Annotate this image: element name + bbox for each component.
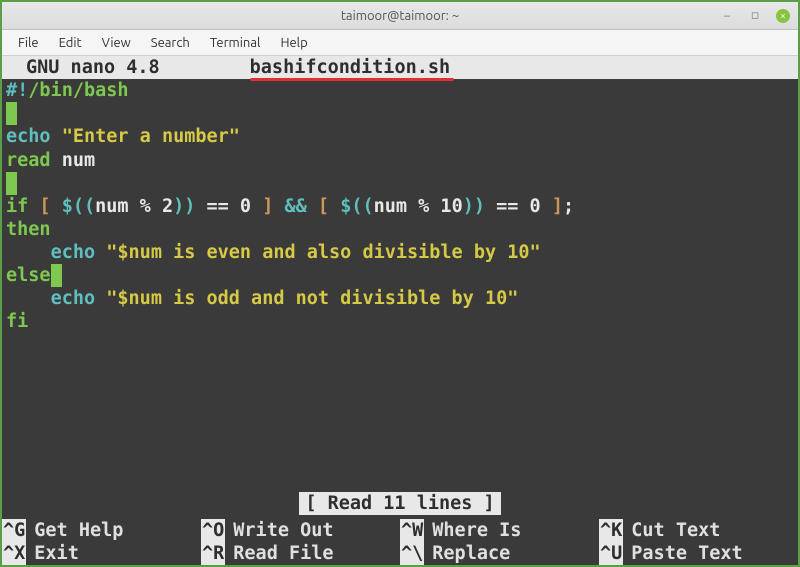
- shortcut-cut-text[interactable]: ^K Cut Text: [599, 519, 798, 542]
- window-title: taimoor@taimoor: ~: [341, 9, 459, 23]
- filename-underline: [250, 78, 454, 81]
- cursor: [51, 264, 62, 287]
- shortcut-read-file[interactable]: ^R Read File: [201, 542, 400, 565]
- shortcut-key: ^X: [2, 542, 26, 565]
- shortcut-label: Get Help: [34, 519, 123, 542]
- kw-echo: echo: [51, 288, 96, 309]
- maximize-button[interactable]: ▫: [748, 9, 762, 23]
- expr-open: $((: [62, 196, 95, 217]
- kw-then: then: [6, 219, 51, 240]
- bracket: ]: [552, 196, 563, 217]
- code-line-11: fi: [6, 310, 794, 333]
- code-line-8: echo "$num is even and also divisible by…: [6, 241, 794, 264]
- bracket: [: [318, 196, 340, 217]
- menu-terminal[interactable]: Terminal: [200, 32, 271, 54]
- code-line-1: #!/bin/bash: [6, 79, 794, 102]
- code-line-4: read num: [6, 149, 794, 172]
- code-line-5: [6, 172, 794, 195]
- kw-read: read: [6, 150, 51, 171]
- shortcut-get-help[interactable]: ^G Get Help: [2, 519, 201, 542]
- shortcut-label: Read File: [233, 542, 333, 565]
- nano-name: GNU nano 4.8: [26, 56, 160, 79]
- string-literal: "$num is odd and not divisible by 10": [106, 288, 518, 309]
- nano-header: GNU nano 4.8 bashifcondition.sh: [2, 56, 798, 79]
- minimize-button[interactable]: −: [720, 9, 734, 23]
- shortcut-row-2: ^X Exit ^R Read File ^\ Replace ^U Paste Tex…: [2, 542, 798, 565]
- shortcut-key: ^O: [201, 519, 225, 542]
- cursor: [6, 102, 17, 125]
- shortcut-key: ^K: [599, 519, 623, 542]
- menu-help[interactable]: Help: [270, 32, 317, 54]
- shebang-prefix: #!: [6, 80, 28, 101]
- shortcut-key: ^U: [599, 542, 623, 565]
- close-button[interactable]: ×: [776, 9, 790, 23]
- shortcut-write-out[interactable]: ^O Write Out: [201, 519, 400, 542]
- expr-body: num % 2: [95, 196, 173, 217]
- kw-fi: fi: [6, 311, 28, 332]
- nano-shortcuts: ^G Get Help ^O Write Out ^W Where Is ^K Cut …: [2, 519, 798, 565]
- expr-open: $((: [340, 196, 373, 217]
- shortcut-replace[interactable]: ^\ Replace: [400, 542, 599, 565]
- expr-body: num % 10: [374, 196, 463, 217]
- shortcut-row-1: ^G Get Help ^O Write Out ^W Where Is ^K Cut …: [2, 519, 798, 542]
- string-literal: "$num is even and also divisible by 10": [106, 242, 540, 263]
- menu-search[interactable]: Search: [141, 32, 200, 54]
- bracket: ]: [262, 196, 273, 217]
- terminal-area[interactable]: GNU nano 4.8 bashifcondition.sh #!/bin/b…: [2, 56, 798, 565]
- shortcut-label: Paste Text: [631, 542, 742, 565]
- eq-zero: == 0: [485, 196, 552, 217]
- shortcut-label: Exit: [34, 542, 79, 565]
- filename-text: bashifcondition.sh: [250, 57, 450, 78]
- shortcut-label: Write Out: [233, 519, 333, 542]
- kw-else: else: [6, 265, 51, 286]
- code-line-10: echo "$num is odd and not divisible by 1…: [6, 287, 794, 310]
- shortcut-label: Cut Text: [631, 519, 720, 542]
- eq-zero: == 0: [195, 196, 262, 217]
- menu-edit[interactable]: Edit: [49, 32, 92, 54]
- status-text: [ Read 11 lines ]: [299, 492, 500, 515]
- expr-close: )): [463, 196, 485, 217]
- and-op: &&: [273, 196, 318, 217]
- shortcut-key: ^\: [400, 542, 424, 565]
- menu-view[interactable]: View: [92, 32, 141, 54]
- cursor: [6, 172, 17, 195]
- shortcut-label: Where Is: [432, 519, 521, 542]
- terminal-window: taimoor@taimoor: ~ − ▫ × File Edit View …: [2, 2, 798, 565]
- shebang-path: /bin/bash: [28, 80, 128, 101]
- shortcut-exit[interactable]: ^X Exit: [2, 542, 201, 565]
- menubar: File Edit View Search Terminal Help: [2, 30, 798, 56]
- expr-close: )): [173, 196, 195, 217]
- code-line-6: if [ $((num % 2)) == 0 ] && [ $((num % 1…: [6, 195, 794, 218]
- semicolon: ;: [563, 196, 574, 217]
- code-line-3: echo "Enter a number": [6, 125, 794, 148]
- kw-echo: echo: [6, 126, 51, 147]
- var-num: num: [62, 150, 95, 171]
- window-titlebar: taimoor@taimoor: ~ − ▫ ×: [2, 2, 798, 30]
- shortcut-paste-text[interactable]: ^U Paste Text: [599, 542, 798, 565]
- kw-echo: echo: [51, 242, 96, 263]
- code-line-9: else: [6, 264, 794, 287]
- bracket: [: [28, 196, 61, 217]
- menu-file[interactable]: File: [8, 32, 49, 54]
- nano-filename: bashifcondition.sh: [250, 56, 450, 79]
- shortcut-key: ^W: [400, 519, 424, 542]
- code-line-2: [6, 102, 794, 125]
- code-line-7: then: [6, 218, 794, 241]
- shortcut-label: Replace: [432, 542, 510, 565]
- string-literal: "Enter a number": [62, 126, 240, 147]
- shortcut-where-is[interactable]: ^W Where Is: [400, 519, 599, 542]
- kw-if: if: [6, 196, 28, 217]
- shortcut-key: ^G: [2, 519, 26, 542]
- window-controls: − ▫ ×: [720, 9, 790, 23]
- editor-content[interactable]: #!/bin/bash echo "Enter a number" read n…: [2, 79, 798, 333]
- nano-status: [ Read 11 lines ]: [2, 492, 798, 515]
- shortcut-key: ^R: [201, 542, 225, 565]
